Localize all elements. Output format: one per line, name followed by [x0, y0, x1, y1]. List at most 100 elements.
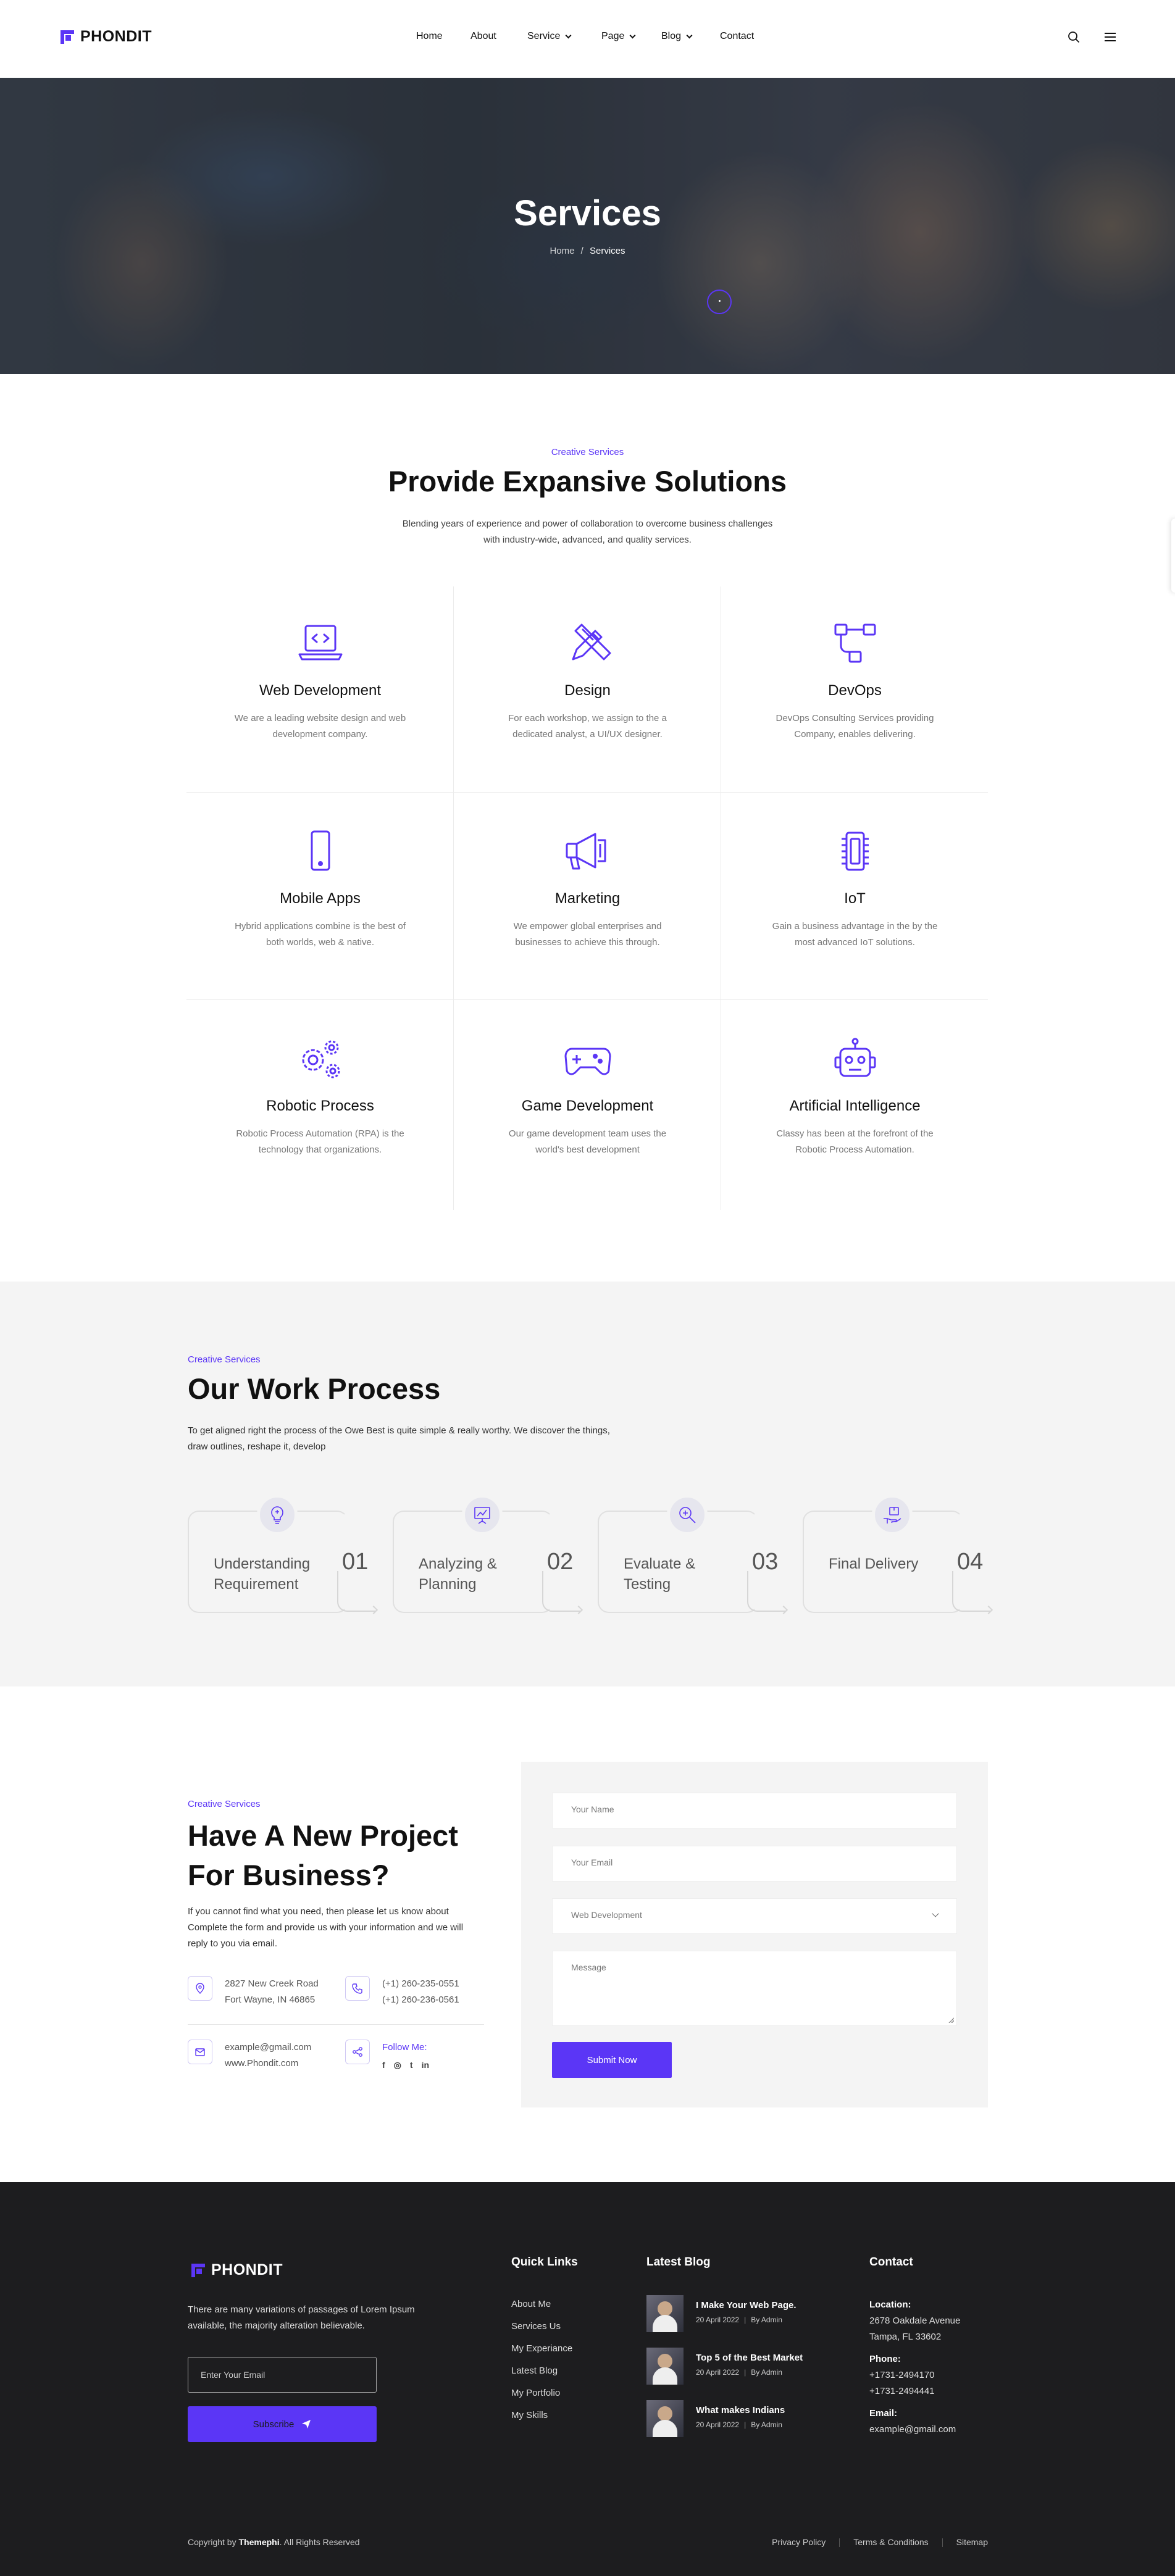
lightbulb-icon — [271, 1506, 283, 1524]
services-description: Blending years of experience and power o… — [402, 519, 773, 545]
service-select[interactable]: Web Development — [552, 1898, 957, 1934]
subscribe-button[interactable]: Subscribe — [188, 2406, 377, 2442]
site-footer — [0, 2182, 1175, 2576]
contact-title: Have A New Project For Business? — [188, 1819, 458, 1891]
quick-link[interactable]: About Me — [511, 2299, 572, 2321]
scroll-indicator-icon[interactable] — [707, 290, 732, 314]
grid-divider — [186, 792, 988, 793]
logo-text: PHONDIT — [80, 28, 152, 45]
menu-icon[interactable] — [1105, 33, 1116, 41]
location-line: Tampa, FL 33602 — [869, 2332, 942, 2342]
chevron-down-icon — [629, 32, 636, 38]
process-title: Our Work Process — [188, 1372, 441, 1405]
blog-post[interactable]: Top 5 of the Best Market 20 April 2022 | B… — [646, 2348, 803, 2385]
nav-service[interactable]: Service — [527, 31, 572, 42]
privacy-policy-link[interactable]: Privacy Policy — [772, 2537, 826, 2547]
blog-date: 20 April 2022 — [696, 2368, 740, 2377]
side-panel-tab[interactable] — [1171, 519, 1175, 593]
service-card-web-development[interactable]: Web Development We are a leading website… — [186, 622, 454, 743]
chip-icon — [841, 832, 869, 871]
breadcrumb-current: Services — [590, 246, 625, 256]
share-icon — [345, 2040, 370, 2064]
email-address[interactable]: example@gmail.com — [225, 2040, 311, 2056]
service-card-marketing[interactable]: Marketing We empower global enterprises … — [454, 830, 721, 951]
resize-handle-icon[interactable] — [948, 2017, 954, 2023]
newsletter-email-input[interactable]: Enter Your Email — [188, 2357, 377, 2393]
robot-icon — [834, 1038, 876, 1077]
name-field[interactable]: Your Name — [552, 1793, 957, 1828]
social-links: f ◎ t in — [382, 2057, 429, 2073]
step-label: Analyzing & Planning — [419, 1556, 497, 1593]
phone-number[interactable]: (+1) 260-235-0551 — [382, 1976, 459, 1992]
twitter-icon[interactable]: t — [410, 2057, 413, 2073]
blog-date: 20 April 2022 — [696, 2315, 740, 2324]
subscribe-label: Subscribe — [253, 2419, 295, 2430]
quick-link[interactable]: My Experiance — [511, 2343, 572, 2366]
link-separator — [839, 2538, 840, 2548]
contact-social: Follow Me: f ◎ t in — [345, 2040, 429, 2073]
service-card-robotic-process[interactable]: Robotic Process Robotic Process Automati… — [186, 1038, 454, 1158]
service-card-devops[interactable]: DevOps DevOps Consulting Services provid… — [721, 622, 989, 743]
footer-email[interactable]: example@gmail.com — [869, 2422, 960, 2438]
address-line: 2827 New Creek Road — [225, 1978, 319, 1989]
breadcrumb-home-link[interactable]: Home — [550, 246, 574, 256]
nav-home[interactable]: Home — [416, 31, 443, 42]
services-tag: Creative Services — [551, 447, 624, 457]
pencil-ruler-icon — [572, 623, 611, 661]
quick-link[interactable]: My Skills — [511, 2410, 572, 2432]
contact-description: If you cannot find what you need, then p… — [188, 1906, 464, 1949]
blog-post[interactable]: I Make Your Web Page. 20 April 2022 | By A… — [646, 2295, 797, 2332]
contact-address: 2827 New Creek Road Fort Wayne, IN 46865 — [188, 1976, 319, 2008]
step-connector-arrow — [337, 1571, 375, 1612]
service-card-artificial-intelligence[interactable]: Artificial Intelligence Classy has been … — [721, 1038, 989, 1158]
service-card-game-development[interactable]: Game Development Our game development te… — [454, 1038, 721, 1158]
blog-post[interactable]: What makes Indians 20 April 2022 | By Admi… — [646, 2400, 785, 2437]
page-hero: Services Home / Services — [0, 78, 1175, 374]
instagram-icon[interactable]: ◎ — [394, 2057, 401, 2073]
service-title: Marketing — [554, 890, 621, 907]
quick-link[interactable]: My Portfolio — [511, 2388, 572, 2410]
nav-blog[interactable]: Blog — [661, 31, 693, 42]
service-title: DevOps — [828, 682, 882, 699]
smartphone-icon — [311, 830, 330, 871]
step-connector-arrow — [747, 1571, 785, 1612]
nav-label: Service — [527, 31, 561, 41]
map-pin-icon — [188, 1976, 212, 2001]
service-card-iot[interactable]: IoT Gain a business advantage in the by … — [721, 830, 989, 951]
email-field[interactable]: Your Email — [552, 1846, 957, 1882]
message-field[interactable]: Message — [552, 1951, 957, 2026]
mail-icon — [188, 2040, 212, 2064]
copyright-text: . All Rights Reserved — [279, 2537, 360, 2547]
location-line: 2678 Oakdale Avenue — [869, 2315, 961, 2326]
service-card-mobile-apps[interactable]: Mobile Apps Hybrid applications combine … — [186, 830, 454, 951]
network-icon — [834, 623, 876, 663]
nav-about[interactable]: About — [470, 31, 496, 42]
blog-thumbnail — [646, 2348, 684, 2385]
step-label: Evaluate & Testing — [624, 1556, 696, 1593]
service-card-design[interactable]: Design For each workshop, we assign to t… — [454, 622, 721, 743]
contact-tag: Creative Services — [188, 1799, 261, 1809]
quick-link[interactable]: Latest Blog — [511, 2366, 572, 2388]
facebook-icon[interactable]: f — [382, 2057, 385, 2073]
step-badge — [667, 1494, 708, 1535]
blog-author: By Admin — [751, 2368, 782, 2377]
nav-contact[interactable]: Contact — [720, 31, 754, 42]
sitemap-link[interactable]: Sitemap — [956, 2537, 988, 2547]
linkedin-icon[interactable]: in — [422, 2057, 429, 2073]
quick-link[interactable]: Services Us — [511, 2321, 572, 2343]
phone-number[interactable]: (+1) 260-236-0561 — [382, 1992, 459, 2008]
copyright: Copyright by Themephi. All Rights Reserv… — [188, 2537, 360, 2547]
search-icon[interactable] — [1068, 31, 1080, 43]
step-badge — [872, 1494, 913, 1535]
chevron-down-icon — [932, 1910, 939, 1917]
footer-phone[interactable]: +1731-2494170 — [869, 2367, 960, 2383]
service-description: Classy has been at the forefront of the … — [776, 1128, 934, 1155]
terms-link[interactable]: Terms & Conditions — [853, 2537, 928, 2547]
footer-logo[interactable]: PHONDIT — [191, 2261, 283, 2279]
footer-phone[interactable]: +1731-2494441 — [869, 2383, 960, 2399]
website-link[interactable]: www.Phondit.com — [225, 2056, 311, 2072]
submit-button[interactable]: Submit Now — [552, 2042, 672, 2078]
site-logo[interactable]: PHONDIT — [61, 28, 152, 46]
copyright-brand-link[interactable]: Themephi — [238, 2537, 279, 2547]
nav-page[interactable]: Page — [601, 31, 636, 42]
